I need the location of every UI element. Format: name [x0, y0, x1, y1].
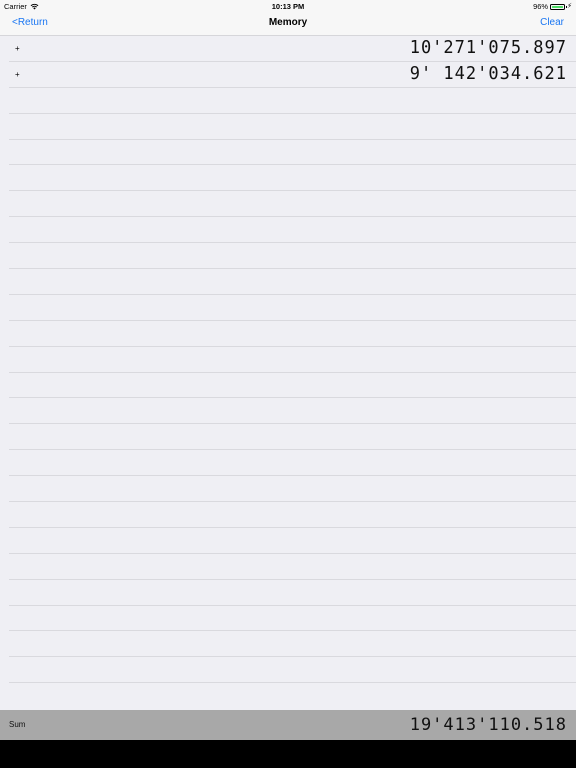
- empty-row: [9, 165, 576, 192]
- charging-icon: ⚡︎: [567, 3, 572, 10]
- empty-row: [9, 450, 576, 477]
- empty-row: [9, 347, 576, 373]
- navigation-bar: <Return Memory Clear: [0, 12, 576, 36]
- empty-row: [9, 295, 576, 321]
- status-time: 10:13 PM: [271, 2, 305, 11]
- memory-row-value: 10'271'075.897: [409, 37, 567, 59]
- empty-row: [9, 528, 576, 554]
- empty-row: [9, 88, 576, 114]
- battery-icon: [550, 3, 568, 10]
- empty-row: [9, 243, 576, 270]
- empty-row: [9, 580, 576, 606]
- battery-tip: [565, 6, 568, 8]
- memory-row[interactable]: + 10'271'075.897: [9, 36, 576, 62]
- sum-value: 19'413'110.518: [409, 715, 567, 735]
- battery-fill: [552, 5, 563, 8]
- empty-row: [9, 269, 576, 295]
- status-right: 96% ⚡︎: [533, 2, 572, 11]
- memory-row-value: 9' 142'034.621: [409, 63, 567, 85]
- memory-row[interactable]: + 9' 142'034.621: [9, 62, 576, 88]
- empty-row: [9, 554, 576, 580]
- empty-row: [9, 631, 576, 658]
- memory-list[interactable]: + 10'271'075.897 + 9' 142'034.621: [0, 36, 576, 710]
- sum-bar: Sum 19'413'110.518: [0, 710, 576, 740]
- memory-row-operator: +: [15, 69, 20, 79]
- memory-row-operator: +: [15, 44, 20, 53]
- empty-row: [9, 424, 576, 451]
- empty-row: [9, 217, 576, 244]
- empty-row: [9, 373, 576, 399]
- empty-row: [9, 502, 576, 528]
- bottom-strip: [0, 740, 576, 768]
- empty-row: [9, 114, 576, 140]
- empty-row: [9, 476, 576, 503]
- empty-row: [9, 606, 576, 632]
- battery-percent: 96%: [533, 2, 549, 11]
- sum-label: Sum: [9, 720, 26, 729]
- empty-rows: [0, 88, 576, 684]
- empty-row: [9, 321, 576, 347]
- empty-row: [9, 191, 576, 218]
- status-bar: Carrier 10:13 PM 96% ⚡︎: [0, 0, 576, 12]
- page-title: Memory: [268, 17, 308, 28]
- empty-row: [9, 140, 576, 166]
- empty-row: [9, 657, 576, 684]
- clear-button[interactable]: Clear: [540, 17, 564, 28]
- empty-row: [9, 398, 576, 425]
